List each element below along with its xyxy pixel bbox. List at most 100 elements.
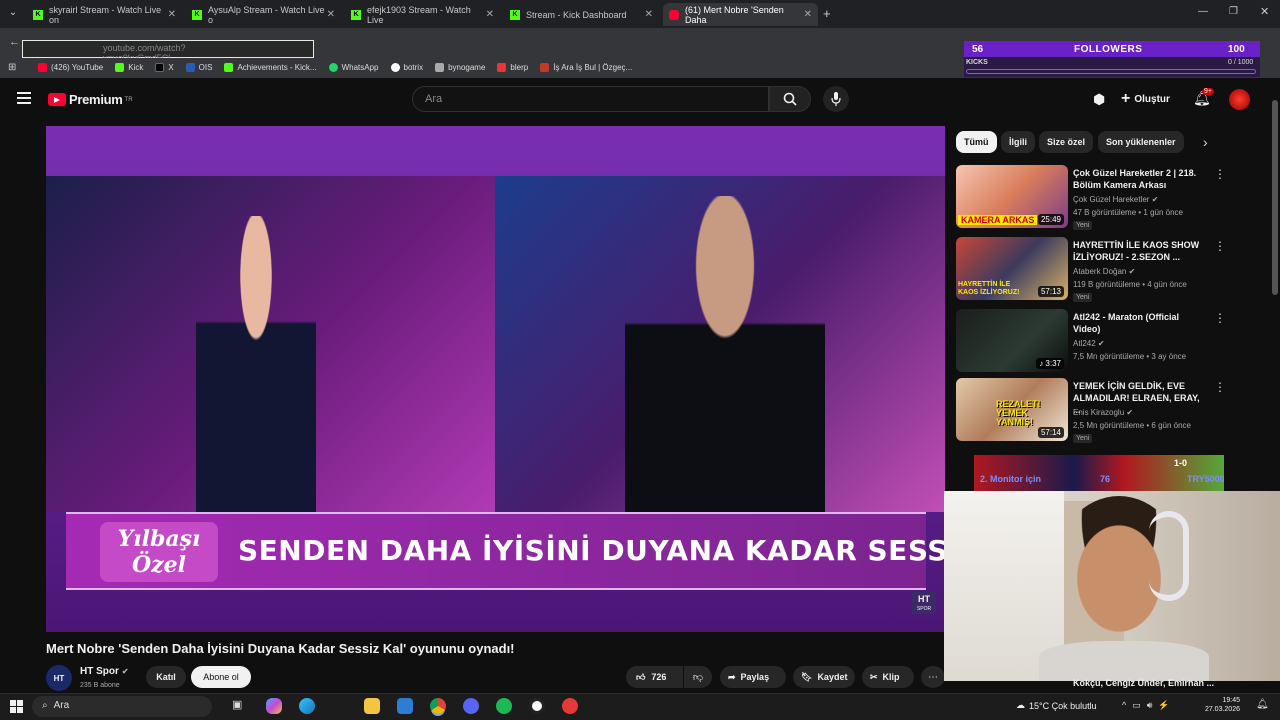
botrix-icon — [390, 63, 400, 72]
recommendation-item[interactable]: ♪ 3:37 Atl242 - Maraton (Official Video)… — [956, 309, 1226, 375]
avatar[interactable] — [1229, 89, 1250, 110]
clock[interactable]: 19:45 27.03.2026 — [1204, 696, 1240, 714]
video-player[interactable]: Yılbaşı Özel SENDEN DAHA İYİSİNİ DUYANA … — [46, 126, 945, 632]
voice-search-button[interactable] — [823, 86, 849, 112]
youtube-play-icon — [48, 93, 66, 106]
more-vertical-icon[interactable]: ⋮ — [1214, 167, 1226, 181]
obs-icon[interactable] — [529, 698, 545, 714]
bookmark-x[interactable]: X — [155, 63, 174, 72]
channel-watermark: HT SPOR — [912, 592, 936, 614]
bookmark-ois[interactable]: OIS — [185, 63, 212, 72]
bynogame-icon — [435, 63, 445, 72]
recommendation-item[interactable]: REZALET! YEMEK YANMIŞ! 57:14 YEMEK İÇİN … — [956, 378, 1226, 444]
back-icon[interactable]: ← — [9, 36, 20, 48]
close-icon[interactable]: ✕ — [327, 9, 335, 20]
video-thumbnail: KAMERA ARKAS 25:49 — [956, 165, 1068, 228]
kick-icon: K — [351, 9, 361, 20]
recommendation-channel: Enis Kirazoglu ✔ — [1073, 408, 1134, 417]
search-input[interactable]: Ara — [412, 86, 769, 112]
video-thumbnail: REZALET! YEMEK YANMIŞ! 57:14 — [956, 378, 1068, 441]
create-button[interactable]: + Oluştur — [1121, 90, 1170, 108]
app-icon[interactable] — [562, 698, 578, 714]
weather-widget[interactable]: ☁ 15°C Çok bulutlu — [1016, 700, 1097, 711]
share-button[interactable]: ➦ Paylaş — [720, 666, 786, 688]
minimize-icon[interactable]: — — [1198, 6, 1208, 17]
recommendation-item[interactable]: HAYRETTİN İLE KAOS İZLİYORUZ! 57:13 HAYR… — [956, 237, 1226, 303]
chip-all[interactable]: Tümü — [956, 131, 997, 153]
search-button[interactable] — [769, 86, 811, 112]
recommendation-title: Atl242 - Maraton (Official Video) — [1073, 312, 1180, 334]
new-tab-button[interactable]: + — [823, 6, 831, 21]
page-scrollbar[interactable] — [1272, 100, 1278, 295]
chrome-icon[interactable] — [430, 698, 446, 714]
tab-skyrairl[interactable]: K skyrairl Stream - Watch Live on ✕ — [27, 3, 182, 26]
apps-grid-icon[interactable]: ⊞ — [8, 62, 16, 73]
spotify-icon[interactable] — [496, 698, 512, 714]
bookmark-blerp[interactable]: blerp — [497, 63, 528, 72]
recommendation-channel: Çok Güzel Hareketler ✔ — [1073, 195, 1159, 204]
bookmark-whatsapp[interactable]: WhatsApp — [328, 63, 379, 72]
close-icon[interactable]: ✕ — [486, 9, 494, 20]
close-window-icon[interactable]: ✕ — [1260, 5, 1269, 18]
bookmark-youtube[interactable]: (426) YouTube — [38, 63, 103, 72]
tab-efejk1903[interactable]: K efejk1903 Stream - Watch Live ✕ — [345, 3, 500, 26]
bookmark-kick[interactable]: Kick — [115, 63, 143, 72]
discord-icon[interactable] — [463, 698, 479, 714]
youtube-icon — [669, 9, 679, 20]
recommendation-title: HAYRETTİN İLE KAOS SHOW İZLİYORUZ! - 2.S… — [1073, 240, 1200, 262]
bookmark-bynogame[interactable]: bynogame — [435, 63, 485, 72]
taskbar-search-input[interactable]: ⌕ Ara — [32, 696, 212, 717]
channel-name[interactable]: HT Spor ✔ — [80, 666, 129, 677]
join-button[interactable]: Katıl — [146, 666, 186, 688]
channel-avatar[interactable]: HT — [46, 665, 72, 691]
tab-youtube-active[interactable]: (61) Mert Nobre 'Senden Daha ✕ — [663, 3, 818, 26]
more-vertical-icon[interactable]: ⋮ — [1214, 380, 1226, 394]
system-tray[interactable]: ^▭🔊︎⚡ — [1122, 700, 1176, 711]
stream-donation-widget: 2. Monitor için 76 TRY5000 1-0 — [974, 455, 1224, 491]
like-button[interactable]: 👍︎ 726 — [626, 666, 683, 688]
verified-icon: ✔ — [1151, 195, 1159, 204]
tab-aysualp[interactable]: K AysuAlp Stream - Watch Live o ✕ — [186, 3, 341, 26]
windows-start-icon[interactable] — [10, 700, 23, 713]
chip-recent[interactable]: Son yüklenenler — [1098, 131, 1184, 153]
share-icon: ➦ — [728, 671, 736, 682]
close-icon[interactable]: ✕ — [645, 9, 653, 20]
more-vertical-icon[interactable]: ⋮ — [1214, 311, 1226, 325]
copilot-icon[interactable] — [266, 698, 282, 714]
chevron-right-icon[interactable]: › — [1203, 134, 1208, 150]
maximize-icon[interactable]: ❐ — [1229, 6, 1238, 17]
save-button[interactable]: 🔖︎ Kaydet — [793, 666, 855, 688]
notification-center-icon[interactable]: 🔔︎ — [1256, 699, 1269, 710]
more-actions-button[interactable]: ⋯ — [921, 666, 945, 688]
task-view-icon[interactable]: ▣ — [232, 698, 248, 714]
edge-icon[interactable] — [299, 698, 315, 714]
store-icon[interactable] — [397, 698, 413, 714]
recommendation-meta: 47 B görüntüleme • 1 gün önce — [1073, 208, 1183, 217]
chip-for-you[interactable]: Size özel — [1039, 131, 1094, 153]
kick-icon: K — [192, 9, 202, 20]
dislike-button[interactable]: 👎︎ — [684, 666, 712, 688]
address-bar[interactable]: youtube.com/watch?v=ue0kuGmd5Cl — [22, 40, 314, 63]
close-icon[interactable]: ✕ — [804, 9, 812, 20]
video-duration: ♪ 3:37 — [1036, 358, 1064, 369]
notifications-button[interactable]: 🔔︎ 9+ — [1193, 88, 1214, 108]
new-badge: Yeni — [1073, 221, 1093, 230]
youtube-logo[interactable]: Premium TR — [48, 92, 133, 107]
menu-icon[interactable] — [17, 92, 31, 104]
recommendation-item[interactable]: KAMERA ARKAS 25:49 Çok Güzel Hareketler … — [956, 165, 1226, 231]
bookmark-achievements[interactable]: Achievements - Kick... — [224, 63, 317, 72]
bookmark-botrix[interactable]: botrix — [390, 63, 423, 72]
tab-kick-dashboard[interactable]: K Stream - Kick Dashboard ✕ — [504, 3, 659, 26]
cast-icon[interactable]: ⬢ — [1093, 91, 1105, 108]
file-explorer-icon[interactable] — [364, 698, 380, 714]
close-icon[interactable]: ✕ — [168, 9, 176, 20]
webcam-overlay — [944, 491, 1280, 681]
tab-list-button[interactable]: ⌄ — [6, 7, 20, 21]
subscribe-button[interactable]: Abone ol — [191, 666, 251, 688]
thumbs-up-icon: 👍︎ — [636, 671, 646, 682]
more-vertical-icon[interactable]: ⋮ — [1214, 239, 1226, 253]
chip-related[interactable]: İlgili — [1001, 131, 1035, 153]
bookmark-job[interactable]: İş Ara İş Bul | Özgeç... — [540, 63, 632, 72]
clip-button[interactable]: ✂ Klip — [862, 666, 914, 688]
tab-label: skyrairl Stream - Watch Live on — [49, 4, 162, 25]
